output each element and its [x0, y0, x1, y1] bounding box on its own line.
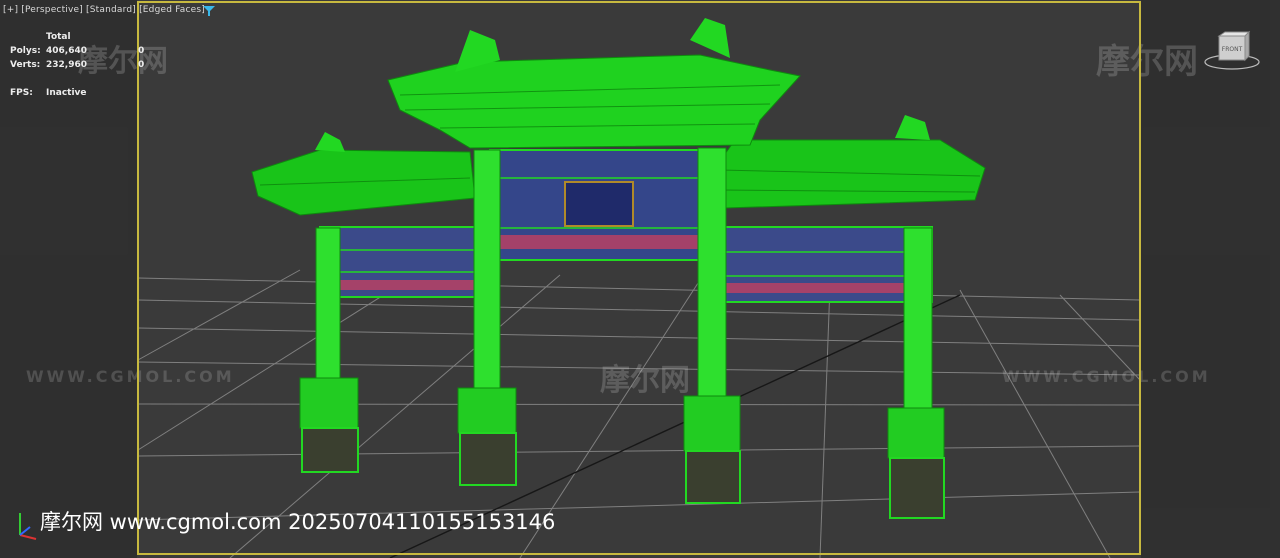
safe-frame-border: [137, 1, 1141, 555]
funnel-icon[interactable]: [203, 6, 215, 16]
stats-polys-label: Polys:: [10, 46, 41, 56]
footer-watermark-caption: 摩尔网 www.cgmol.com 20250704110155153146: [40, 510, 556, 534]
stats-verts-value: 232,960: [46, 60, 87, 70]
viewport-menu-plus[interactable]: [+]: [3, 5, 18, 15]
viewport-point-of-view-label[interactable]: [Perspective]: [21, 5, 83, 15]
viewport-edged-faces-label[interactable]: [Edged Faces]: [139, 5, 205, 15]
stats-polys-value: 406,640: [46, 46, 87, 56]
stats-polys-selected: 0: [138, 46, 145, 56]
viewcube-icon[interactable]: FRONT: [1203, 30, 1261, 72]
viewport[interactable]: 摩尔网 摩尔网 摩尔网 WWW.CGMOL.COM WWW.CGMOL.COM …: [0, 0, 1280, 558]
viewport-shading-standard-label[interactable]: [Standard]: [86, 5, 136, 15]
viewport-statistics: Total Polys: 406,640 0 Verts: 232,960 0 …: [10, 32, 144, 102]
viewport-label-menu: [+] [Perspective] [Standard] [Edged Face…: [3, 5, 205, 15]
stats-verts-selected: 0: [138, 60, 145, 70]
stats-fps-value: Inactive: [46, 88, 87, 98]
viewcube-face-label: FRONT: [1222, 46, 1243, 53]
stats-verts-label: Verts:: [10, 60, 41, 70]
stats-fps-label: FPS:: [10, 88, 33, 98]
stats-total-header: Total: [46, 32, 71, 42]
